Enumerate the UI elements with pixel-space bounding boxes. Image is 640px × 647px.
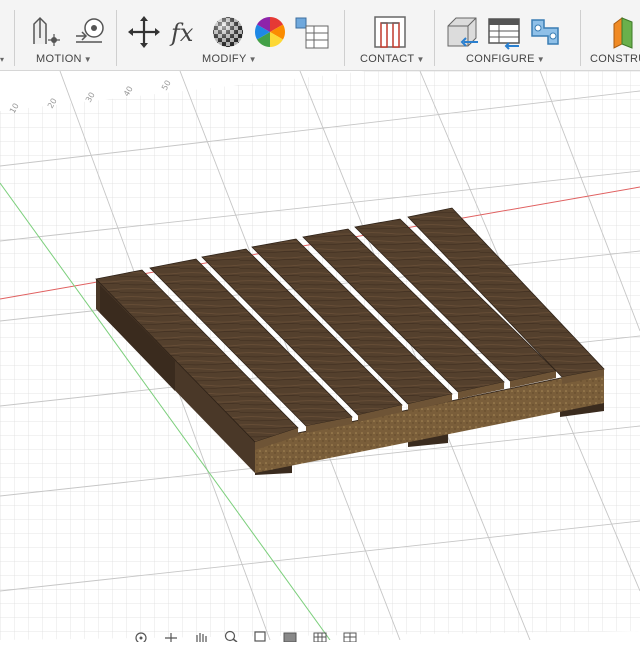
ruler-tick: 40 <box>122 85 135 98</box>
contact-sets-icon[interactable] <box>372 14 408 50</box>
viewport-layout-icon[interactable] <box>342 629 360 643</box>
svg-text:fx: fx <box>169 19 194 47</box>
ruler-tick: 50 <box>160 79 173 92</box>
display-settings-icon[interactable] <box>282 629 300 643</box>
toolbar-left-edge: ▾ <box>0 55 5 64</box>
create-configuration-icon[interactable] <box>444 14 480 50</box>
move-copy-icon[interactable] <box>126 14 162 50</box>
joint-icon[interactable] <box>28 14 64 50</box>
group-contact: CONTACT ▼ <box>350 0 432 70</box>
color-wheel-icon[interactable] <box>252 14 288 50</box>
group-label-construct[interactable]: CONSTRU <box>590 53 640 65</box>
group-construct: CONSTRU <box>586 0 640 70</box>
pan-icon[interactable] <box>162 629 180 642</box>
hand-icon[interactable] <box>192 629 210 642</box>
group-label-configure[interactable]: CONFIGURE ▼ <box>466 53 545 65</box>
motion-link-icon[interactable] <box>72 14 108 50</box>
canvas-viewport[interactable]: 10 20 30 40 50 <box>0 71 640 640</box>
group-modify: fx MODIFY ▼ <box>122 0 340 70</box>
group-label-modify[interactable]: MODIFY ▼ <box>202 53 257 65</box>
grid-settings-icon[interactable] <box>312 629 330 643</box>
construct-plane-icon[interactable] <box>610 14 640 50</box>
zoom-window-icon[interactable] <box>252 629 270 642</box>
zoom-icon[interactable] <box>222 629 240 643</box>
grid-scene: 10 20 30 40 50 <box>0 71 640 640</box>
configuration-rule-icon[interactable] <box>528 14 564 50</box>
change-parameters-icon[interactable] <box>294 14 330 50</box>
group-label-motion[interactable]: MOTION ▼ <box>36 53 92 65</box>
configuration-table-icon[interactable] <box>486 14 522 50</box>
group-motion: MOTION ▼ <box>22 0 114 70</box>
orbit-icon[interactable] <box>132 629 150 644</box>
group-configure: CONFIGURE ▼ <box>440 0 578 70</box>
appearance-icon[interactable] <box>210 14 246 50</box>
toolbar: ▾ MOTION ▼ fx MODIFY ▼ CONTACT ▼ CONFIGU… <box>0 0 640 71</box>
parameters-fx-icon[interactable]: fx <box>168 14 204 50</box>
group-label-contact[interactable]: CONTACT ▼ <box>360 53 425 65</box>
